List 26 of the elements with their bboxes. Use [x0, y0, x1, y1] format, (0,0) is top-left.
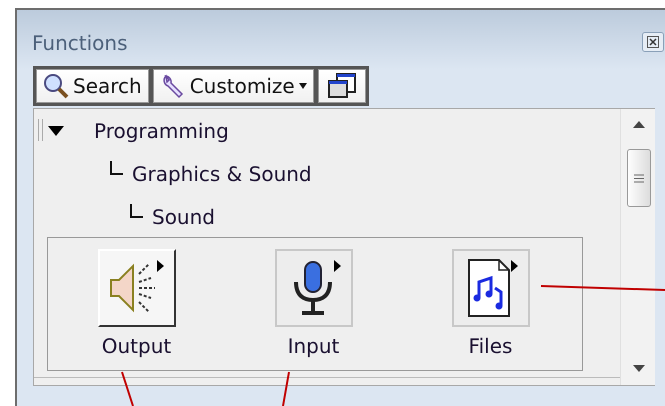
expand-icon[interactable] — [48, 126, 64, 136]
close-icon — [647, 36, 659, 48]
branch-icon — [110, 160, 124, 174]
window-title: Functions — [32, 30, 128, 57]
branch-icon — [130, 204, 144, 218]
search-button[interactable]: Search — [36, 69, 149, 103]
tree-item[interactable]: Sound — [152, 202, 215, 232]
palette-label: Output — [102, 333, 172, 360]
leader-line — [121, 372, 134, 406]
close-button[interactable] — [642, 32, 664, 52]
palette-label: Input — [288, 333, 340, 360]
leader-line — [282, 372, 290, 406]
search-icon — [43, 73, 69, 99]
scroll-thumb[interactable] — [627, 149, 651, 207]
window-button[interactable] — [318, 69, 366, 103]
tree-item[interactable]: Graphics & Sound — [132, 158, 312, 188]
scroll-up-icon[interactable] — [633, 121, 645, 128]
scrollbar[interactable] — [620, 109, 655, 385]
palette-button[interactable] — [274, 249, 352, 327]
palette-button[interactable] — [452, 249, 530, 327]
palette-label: Files — [468, 333, 512, 360]
customize-button[interactable]: Customize — [152, 69, 314, 103]
tree-item[interactable]: Programming — [94, 116, 229, 146]
grip-icon — [634, 174, 644, 182]
grip-handle[interactable] — [38, 119, 43, 141]
scroll-down-icon[interactable] — [633, 365, 645, 372]
